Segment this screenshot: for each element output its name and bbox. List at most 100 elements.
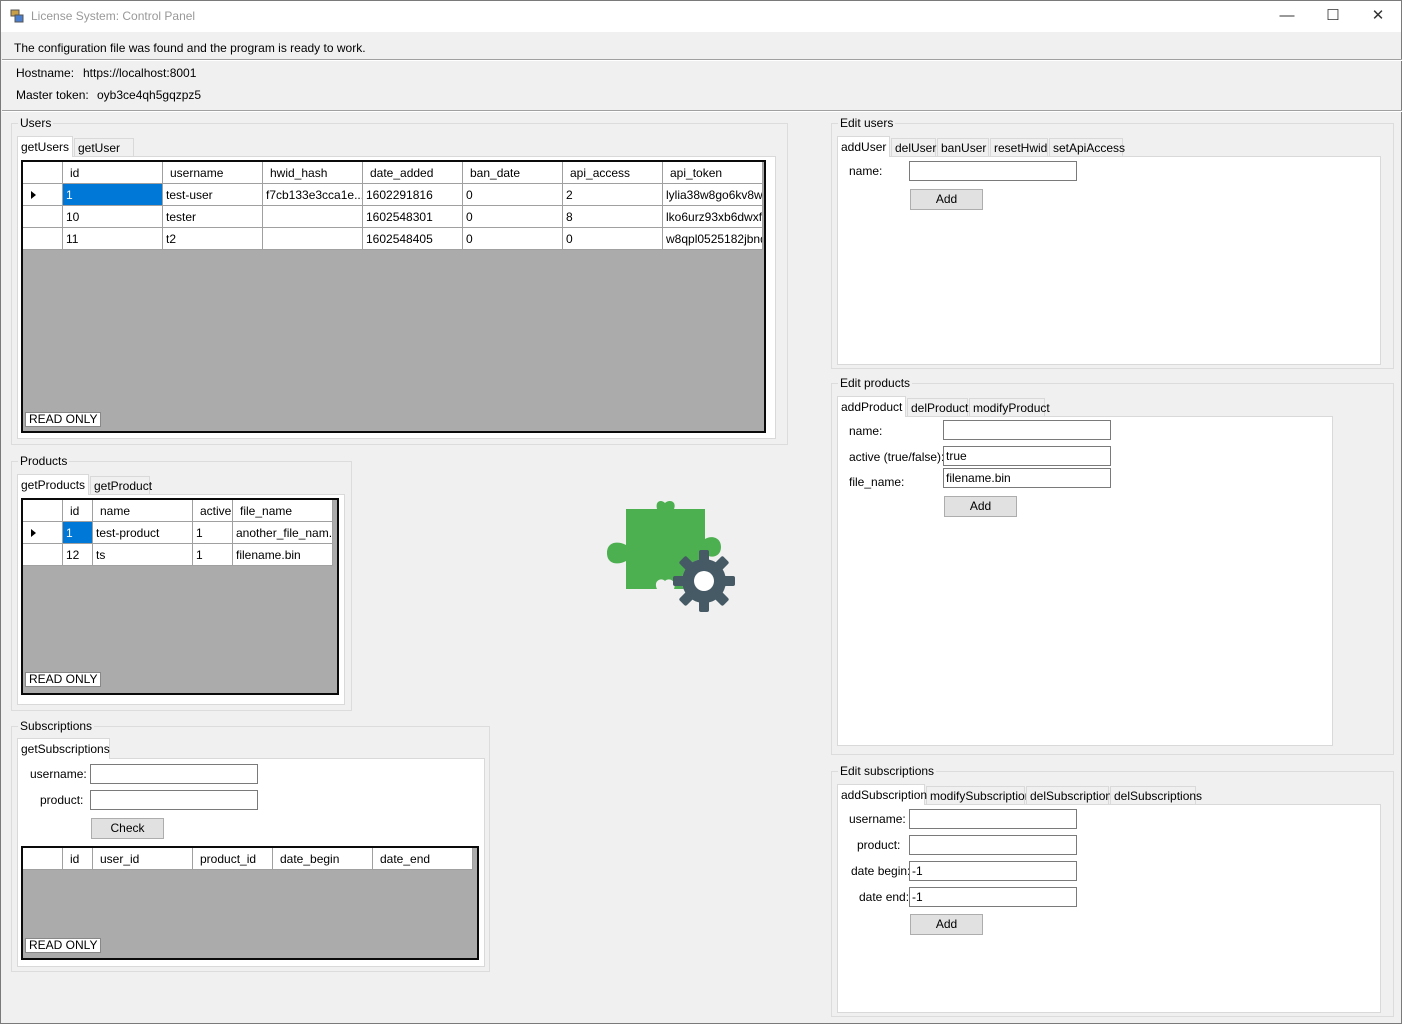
table-cell[interactable]: lylia38w8go6kv8w bbox=[663, 184, 763, 206]
column-header[interactable]: ban_date bbox=[463, 162, 563, 184]
table-cell[interactable]: w8qpl0525182jbnq bbox=[663, 228, 763, 250]
subscriptions-username-input[interactable] bbox=[90, 764, 258, 784]
table-cell[interactable]: filename.bin bbox=[233, 544, 333, 566]
table-cell[interactable] bbox=[263, 206, 363, 228]
table-cell[interactable] bbox=[263, 228, 363, 250]
table-cell[interactable]: 1 bbox=[193, 544, 233, 566]
maximize-button[interactable]: ☐ bbox=[1310, 1, 1356, 31]
adduser-name-input[interactable] bbox=[909, 161, 1077, 181]
column-header[interactable]: hwid_hash bbox=[263, 162, 363, 184]
tab-getuser[interactable]: getUser bbox=[74, 138, 134, 156]
table-cell[interactable]: ts bbox=[93, 544, 193, 566]
addproduct-active-input[interactable] bbox=[943, 446, 1111, 466]
addproduct-name-input[interactable] bbox=[943, 420, 1111, 440]
tab-modifyproduct[interactable]: modifyProduct bbox=[969, 398, 1050, 416]
column-header[interactable]: id bbox=[63, 162, 163, 184]
tab-modifysubscription[interactable]: modifySubscription bbox=[926, 786, 1031, 804]
table-row[interactable]: 10 tester 1602548301 0 8 lko6urz93xb6dwx… bbox=[23, 206, 763, 228]
column-header[interactable]: date_begin bbox=[273, 848, 373, 870]
addproduct-file-name-input[interactable] bbox=[943, 468, 1111, 488]
tab-addproduct[interactable]: addProduct bbox=[837, 396, 906, 417]
table-cell[interactable]: 1 bbox=[63, 522, 93, 544]
table-row[interactable]: 12 ts 1 filename.bin bbox=[23, 544, 333, 566]
row-header[interactable] bbox=[23, 184, 63, 206]
row-header[interactable] bbox=[23, 206, 63, 228]
tab-addsubscription[interactable]: addSubscription bbox=[837, 784, 927, 805]
addsubscription-product-input[interactable] bbox=[909, 835, 1077, 855]
addsubscription-date-begin-input[interactable] bbox=[909, 861, 1077, 881]
column-header[interactable]: date_end bbox=[373, 848, 473, 870]
table-cell[interactable]: 2 bbox=[563, 184, 663, 206]
tab-delsubscription[interactable]: delSubscription bbox=[1026, 786, 1112, 804]
tab-adduser[interactable]: addUser bbox=[837, 136, 890, 157]
row-header[interactable] bbox=[23, 522, 63, 544]
tab-deluser[interactable]: delUser bbox=[891, 138, 936, 156]
table-row[interactable]: 1 test-product 1 another_file_nam... bbox=[23, 522, 333, 544]
add-product-button[interactable]: Add bbox=[944, 496, 1017, 517]
table-cell[interactable]: 1 bbox=[63, 184, 163, 206]
table-cell[interactable]: test-user bbox=[163, 184, 263, 206]
tab-getproduct[interactable]: getProduct bbox=[90, 476, 152, 494]
table-cell[interactable]: 0 bbox=[463, 184, 563, 206]
row-header[interactable] bbox=[23, 544, 63, 566]
table-row[interactable]: 11 t2 1602548405 0 0 w8qpl0525182jbnq bbox=[23, 228, 763, 250]
tab-getusers[interactable]: getUsers bbox=[17, 136, 73, 157]
minimize-button[interactable]: — bbox=[1264, 1, 1310, 31]
subscriptions-product-input[interactable] bbox=[90, 790, 258, 810]
table-cell[interactable]: 0 bbox=[463, 228, 563, 250]
column-header[interactable]: user_id bbox=[93, 848, 193, 870]
users-grid[interactable]: id username hwid_hash date_added ban_dat… bbox=[21, 160, 766, 433]
tab-delsubscriptions[interactable]: delSubscriptions bbox=[1110, 786, 1202, 804]
column-header[interactable]: id bbox=[63, 848, 93, 870]
tab-resethwid[interactable]: resetHwid bbox=[990, 138, 1048, 156]
column-header[interactable]: name bbox=[93, 500, 193, 522]
table-cell[interactable]: another_file_nam... bbox=[233, 522, 333, 544]
close-button[interactable]: ✕ bbox=[1355, 1, 1401, 31]
table-cell[interactable]: 11 bbox=[63, 228, 163, 250]
products-grid[interactable]: id name active file_name 1 test-product … bbox=[21, 498, 339, 695]
table-cell[interactable]: 1602548405 bbox=[363, 228, 463, 250]
active-label: active (true/false): bbox=[849, 450, 945, 464]
table-cell[interactable]: test-product bbox=[93, 522, 193, 544]
table-cell[interactable]: 0 bbox=[563, 228, 663, 250]
edit-users-tab-panel bbox=[837, 156, 1381, 365]
master-token-label: Master token: bbox=[16, 88, 89, 102]
table-cell[interactable]: 8 bbox=[563, 206, 663, 228]
edit-products-group-title: Edit products bbox=[838, 376, 913, 390]
divider bbox=[2, 60, 1402, 61]
add-user-button[interactable]: Add bbox=[910, 189, 983, 210]
table-cell[interactable]: t2 bbox=[163, 228, 263, 250]
row-header[interactable] bbox=[23, 228, 63, 250]
maximize-icon: ☐ bbox=[1326, 7, 1340, 24]
addsubscription-date-end-input[interactable] bbox=[909, 887, 1077, 907]
column-header[interactable]: active bbox=[193, 500, 233, 522]
table-cell[interactable]: 1602548301 bbox=[363, 206, 463, 228]
table-cell[interactable]: 1602291816 bbox=[363, 184, 463, 206]
table-cell[interactable]: f7cb133e3cca1e... bbox=[263, 184, 363, 206]
check-button[interactable]: Check bbox=[91, 818, 164, 839]
tab-banuser[interactable]: banUser bbox=[937, 138, 989, 156]
table-cell[interactable]: 12 bbox=[63, 544, 93, 566]
column-header[interactable]: api_access bbox=[563, 162, 663, 184]
tab-getproducts[interactable]: getProducts bbox=[17, 474, 89, 495]
tab-delproduct[interactable]: delProduct bbox=[907, 398, 968, 416]
users-tabs: getUsers getUser bbox=[17, 136, 777, 157]
table-cell[interactable]: 10 bbox=[63, 206, 163, 228]
column-header[interactable]: username bbox=[163, 162, 263, 184]
tab-getsubscriptions[interactable]: getSubscriptions bbox=[17, 738, 110, 759]
add-subscription-button[interactable]: Add bbox=[910, 914, 983, 935]
column-header[interactable]: id bbox=[63, 500, 93, 522]
table-cell[interactable]: 0 bbox=[463, 206, 563, 228]
column-header[interactable]: product_id bbox=[193, 848, 273, 870]
addsubscription-username-input[interactable] bbox=[909, 809, 1077, 829]
readonly-badge: READ ONLY bbox=[25, 938, 102, 953]
column-header[interactable]: date_added bbox=[363, 162, 463, 184]
table-cell[interactable]: tester bbox=[163, 206, 263, 228]
tab-setapiaccess[interactable]: setApiAccess bbox=[1049, 138, 1125, 156]
table-cell[interactable]: 1 bbox=[193, 522, 233, 544]
table-row[interactable]: 1 test-user f7cb133e3cca1e... 1602291816… bbox=[23, 184, 763, 206]
subscriptions-grid[interactable]: id user_id product_id date_begin date_en… bbox=[21, 846, 479, 960]
table-cell[interactable]: lko6urz93xb6dwxf bbox=[663, 206, 763, 228]
column-header[interactable]: file_name bbox=[233, 500, 333, 522]
column-header[interactable]: api_token bbox=[663, 162, 763, 184]
